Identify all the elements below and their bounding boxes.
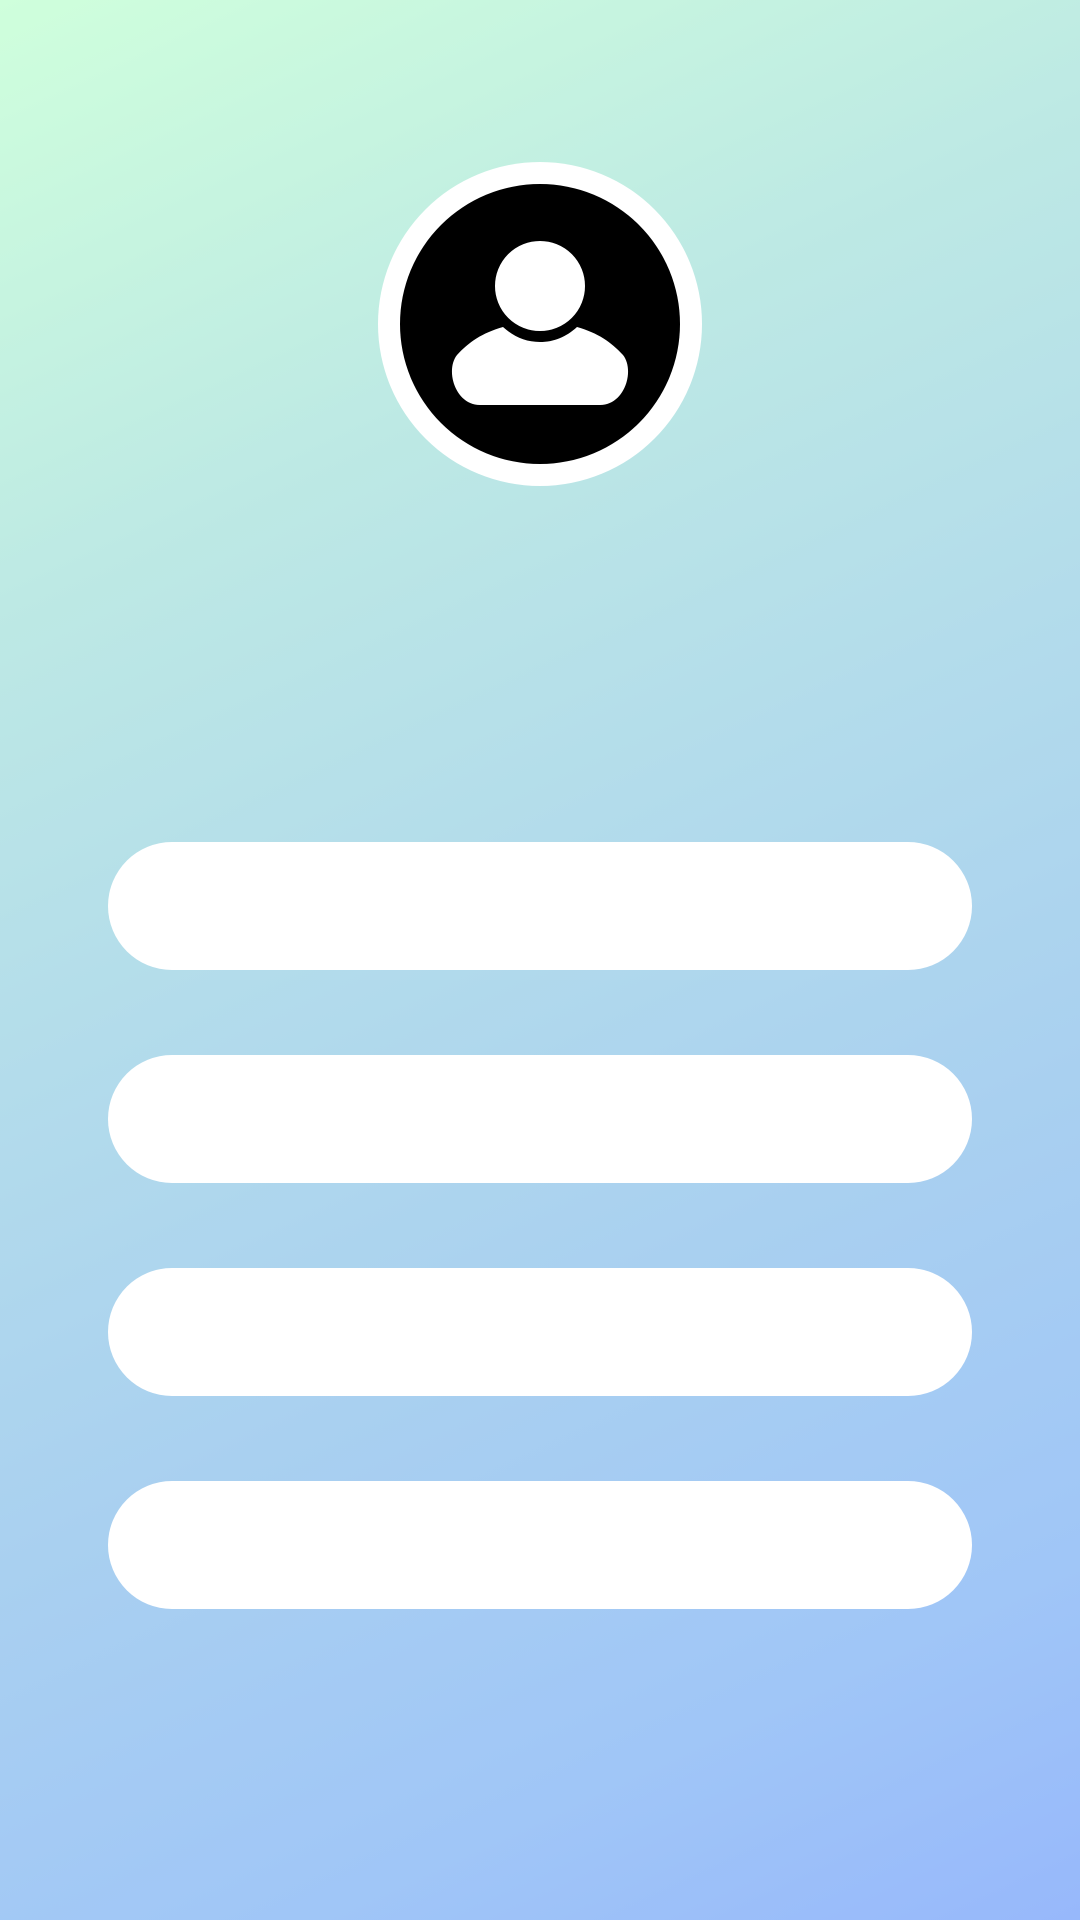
user-silhouette-icon: [451, 237, 629, 405]
input-field-1[interactable]: [108, 842, 972, 970]
input-field-2[interactable]: [108, 1055, 972, 1183]
input-field-4[interactable]: [108, 1481, 972, 1609]
field-list: [108, 842, 972, 1609]
profile-screen: [0, 0, 1080, 1920]
input-field-3[interactable]: [108, 1268, 972, 1396]
avatar[interactable]: [400, 184, 680, 464]
avatar-ring[interactable]: [378, 162, 702, 486]
